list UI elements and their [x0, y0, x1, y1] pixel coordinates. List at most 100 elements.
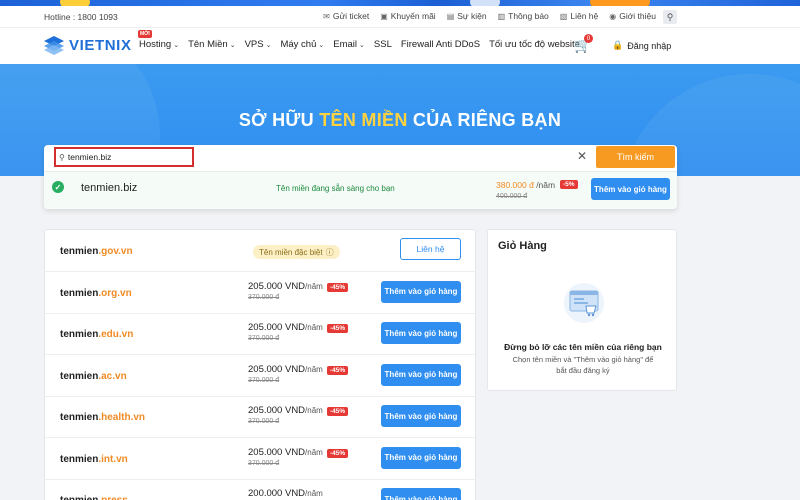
price-unit: /năm — [305, 364, 323, 374]
special-label: Tên miền đặc biệt — [259, 247, 323, 257]
domain-extension: .press — [98, 495, 127, 500]
add-to-cart-button[interactable]: Thêm vào giỏ hàng — [381, 446, 461, 469]
domain-row: tenmien.gov.vn Tên miền đặc biệt ⓘ Liên hệ — [45, 230, 475, 272]
domain-price: 205.000 VND/năm — [248, 405, 323, 416]
chevron-down-icon: ⌄ — [318, 41, 325, 49]
utility-link-4[interactable]: ▧ Liên hệ — [560, 11, 598, 21]
main-navbar: VIETNIX MỚI Hosting ⌄ Tên Miền ⌄ VPS ⌄ Máy chủ ⌄… — [0, 28, 800, 64]
utility-link-0[interactable]: ✉ Gửi ticket — [323, 11, 369, 21]
domain-name: tenmien.org.vn — [60, 288, 132, 299]
check-icon: ✓ — [52, 181, 64, 193]
search-button[interactable]: Tìm kiếm — [596, 146, 675, 168]
old-price: 370.000 đ — [248, 376, 280, 384]
search-result-row: ✓ tenmien.biz Tên miền đang sẵn sàng cho… — [44, 171, 677, 209]
nav-item-label: Firewall Anti DDoS — [400, 39, 481, 50]
old-price: 370.000 đ — [248, 293, 280, 301]
price-value: 205.000 VND — [248, 446, 306, 458]
domain-base: tenmien — [60, 370, 99, 382]
domain-base: tenmien — [60, 287, 99, 299]
add-to-cart-button[interactable]: Thêm vào giỏ hàng — [381, 488, 461, 500]
price-value: 200.000 VND — [248, 488, 306, 499]
cart-count-badge: 0 — [584, 34, 593, 43]
clear-icon[interactable]: ✕ — [577, 149, 587, 163]
old-price: 370.000 đ — [248, 459, 280, 467]
domain-row: tenmien.press 200.000 VND/năm Thêm vào giỏ… — [45, 479, 475, 500]
vietnix-logo[interactable]: VIETNIX — [43, 35, 132, 55]
main-menu: MỚI Hosting ⌄ Tên Miền ⌄ VPS ⌄ Máy chủ ⌄ Email ⌄ SS… — [138, 30, 580, 50]
result-add-to-cart-button[interactable]: Thêm vào giỏ hàng — [591, 178, 670, 200]
hero-title-highlight: TÊN MIỀN — [319, 110, 408, 130]
add-to-cart-button[interactable]: Thêm vào giỏ hàng — [381, 405, 461, 427]
utility-link-3[interactable]: ▥ Thông báo — [498, 11, 549, 21]
domain-extension: .health.vn — [98, 412, 146, 423]
domain-name: tenmien.ac.vn — [60, 371, 127, 382]
utility-link-1[interactable]: ▣ Khuyến mãi — [380, 11, 435, 21]
utility-link-label: Liên hệ — [570, 11, 599, 21]
utility-links: ✉ Gửi ticket ▣ Khuyến mãi ▤ Sự kiện ▥ Thông báo… — [323, 11, 656, 21]
utility-link-5[interactable]: ◉ Giới thiệu — [609, 11, 656, 21]
nav-item-7[interactable]: Tối ưu tốc độ website — [489, 39, 580, 50]
nav-item-0[interactable]: MỚI Hosting ⌄ — [138, 30, 179, 50]
chevron-down-icon: ⌄ — [265, 41, 272, 49]
result-old-price: 400.000 đ — [496, 193, 528, 200]
nav-item-label: Máy chủ — [280, 39, 317, 50]
nav-item-4[interactable]: Email ⌄ — [333, 39, 365, 50]
price-value: 205.000 VND — [248, 363, 306, 375]
nav-item-5[interactable]: SSL — [374, 39, 392, 50]
nav-item-3[interactable]: Máy chủ ⌄ — [280, 39, 324, 50]
hotline-text: Hotline : 1800 1093 — [44, 12, 118, 22]
ticket-icon: ✉ — [323, 11, 330, 21]
login-button[interactable]: 🔒 Đăng nhập — [612, 40, 671, 51]
nav-item-label: SSL — [373, 39, 392, 50]
nav-item-2[interactable]: VPS ⌄ — [245, 39, 272, 50]
price-unit: /năm — [305, 447, 323, 457]
discount-badge: -45% — [327, 407, 349, 416]
domain-price: 200.000 VND/năm — [248, 488, 323, 499]
domain-name: tenmien.press — [60, 495, 128, 500]
price-unit: /năm — [305, 281, 323, 291]
discount-badge: -45% — [327, 448, 349, 458]
bell-icon: ▥ — [497, 11, 506, 21]
contact-button[interactable]: Liên hệ — [400, 238, 461, 260]
search-icon[interactable]: ⚲ — [663, 10, 677, 24]
domain-name: tenmien.edu.vn — [60, 329, 133, 340]
add-to-cart-button[interactable]: Thêm vào giỏ hàng — [381, 322, 461, 344]
price-unit: /năm — [305, 323, 323, 332]
domain-base: tenmien — [60, 246, 99, 257]
logo-icon — [44, 36, 64, 55]
domain-row: tenmien.edu.vn 205.000 VND/năm 370.000 đ -4… — [45, 313, 475, 355]
result-status: Tên miền đang sẵn sàng cho bạn — [276, 184, 395, 193]
domain-extension: .ac.vn — [98, 370, 127, 382]
nav-item-label: Hosting — [139, 39, 172, 50]
chevron-down-icon: ⌄ — [229, 41, 236, 49]
result-discount-badge: -5% — [560, 180, 578, 189]
cart-panel: Giỏ Hàng Đừng bỏ lỡ các tên miền của riê… — [487, 229, 677, 391]
result-price-unit: /năm — [533, 180, 556, 190]
top-utility-bar: Hotline : 1800 1093 ✉ Gửi ticket ▣ Khuyến m… — [0, 6, 800, 28]
nav-item-1[interactable]: Tên Miền ⌄ — [188, 39, 235, 50]
domain-extension: .org.vn — [98, 287, 132, 299]
hero-title: SỞ HỮU TÊN MIỀN CỦA RIÊNG BẠN — [0, 110, 800, 131]
result-price: 380.000 đ /năm — [496, 180, 555, 190]
nav-item-label: VPS — [244, 39, 264, 50]
old-price: 370.000 đ — [248, 418, 280, 425]
utility-link-label: Giới thiệu — [619, 11, 656, 21]
empty-cart-heading: Đừng bỏ lỡ các tên miền của riêng bạn — [504, 342, 662, 352]
domain-price: 205.000 VND/năm — [248, 364, 323, 375]
domain-search-input[interactable]: ⚲ tenmien.biz — [54, 147, 194, 167]
info-icon: ⓘ — [325, 247, 334, 257]
utility-link-label: Sự kiện — [457, 11, 487, 21]
special-domain-badge: Tên miền đặc biệt ⓘ — [253, 245, 340, 259]
domain-row: tenmien.health.vn 205.000 VND/năm 370.000 … — [45, 396, 475, 438]
utility-link-label: Khuyến mãi — [390, 11, 436, 21]
domain-price: 205.000 VND/năm — [248, 447, 323, 458]
utility-link-2[interactable]: ▤ Sự kiện — [447, 11, 487, 21]
add-to-cart-button[interactable]: Thêm vào giỏ hàng — [381, 363, 461, 386]
discount-badge: -45% — [327, 324, 349, 333]
gift-icon: ▣ — [380, 11, 388, 21]
nav-item-6[interactable]: Firewall Anti DDoS — [401, 39, 480, 50]
logo-text: VIETNIX — [69, 36, 132, 54]
utility-link-label: Thông báo — [508, 11, 549, 21]
add-to-cart-button[interactable]: Thêm vào giỏ hàng — [381, 280, 461, 303]
discount-badge: -45% — [327, 365, 349, 375]
